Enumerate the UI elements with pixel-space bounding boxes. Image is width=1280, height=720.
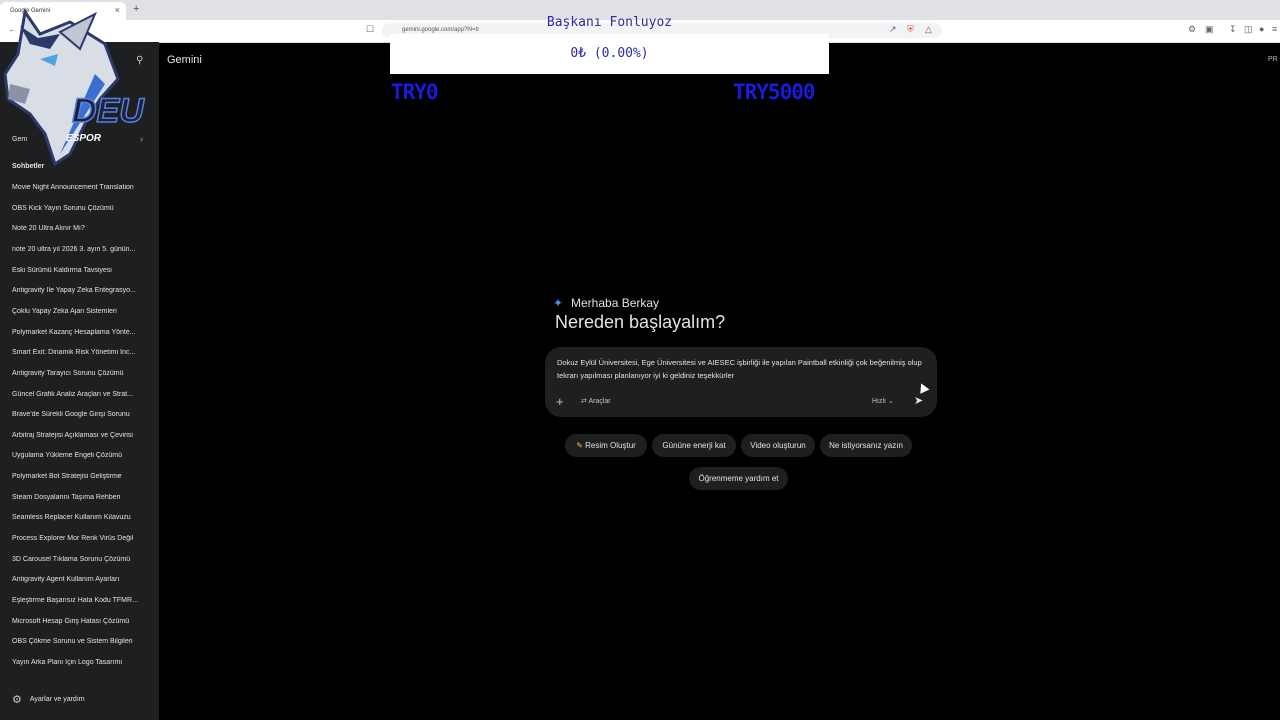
chip-help-learn[interactable]: Öğrenmeme yardım et — [689, 467, 788, 490]
settings-button[interactable]: ⚙ Ayarlar ve yardım — [12, 693, 85, 706]
chat-item[interactable]: Yayın Arka Planı İçin Logo Tasarımı — [12, 659, 152, 666]
page-title[interactable]: Gemini — [167, 54, 202, 66]
model-selector[interactable]: Hızlı ⌄ — [872, 397, 894, 405]
sidebar-toggle-icon[interactable]: ◫ — [1244, 24, 1253, 35]
chat-item[interactable]: Polymarket Bot Stratejisi Geliştirme — [12, 473, 152, 480]
wallet-icon[interactable]: ▣ — [1205, 24, 1214, 35]
logo-text: DEU — [72, 92, 145, 130]
share-icon[interactable]: ↗ — [889, 24, 897, 35]
chat-item[interactable]: Brave'de Sürekli Google Girişi Sorunu — [12, 411, 152, 418]
model-label: Hızlı — [872, 398, 886, 405]
chat-item[interactable]: Process Explorer Mor Renk Virüs Değil — [12, 535, 152, 542]
brave-rewards-icon[interactable]: △ — [925, 24, 932, 35]
greeting-title: Nereden başlayalım? — [555, 312, 726, 332]
tools-icon: ⇄ — [581, 398, 587, 405]
gemini-star-icon: ✦ — [553, 296, 564, 310]
chat-item[interactable]: Antigravity Agent Kullanım Ayarları — [12, 576, 152, 583]
chip-energize-day[interactable]: Gününe enerji kat — [652, 434, 736, 457]
chat-item[interactable]: OBS Çökme Sorunu ve Sistem Bilgileri — [12, 638, 152, 645]
chat-item[interactable]: Seamless Replacer Kullanım Kılavuzu — [12, 514, 152, 521]
chat-item[interactable]: Güncel Grafik Analiz Araçları ve Strat..… — [12, 391, 152, 398]
banana-icon: ✎ — [576, 441, 583, 450]
gear-icon: ⚙ — [12, 694, 22, 706]
chat-item[interactable]: Uygulama Yükleme Engeli Çözümü — [12, 452, 152, 459]
stream-logo: DEU ESPOR — [3, 8, 146, 167]
donation-amount: 0₺ (0.00%) — [570, 46, 649, 61]
prompt-input[interactable]: Dokuz Eylül Üniversitesi, Ege Üniversite… — [557, 357, 922, 382]
logo-subtext: ESPOR — [66, 133, 102, 144]
chip-create-video[interactable]: Video oluşturun — [741, 434, 815, 457]
chip-write-anything[interactable]: Ne istiyorsanız yazın — [820, 434, 912, 457]
chevron-down-icon: ⌄ — [887, 398, 894, 405]
send-icon[interactable]: ➤ — [914, 394, 923, 407]
greeting-name: Merhaba Berkay — [571, 296, 660, 310]
extensions-icon[interactable]: ⚙ — [1188, 24, 1196, 35]
chat-item[interactable]: Smart Exit: Dinamik Risk Yönetimi İnc... — [12, 349, 152, 356]
add-attachment-icon[interactable]: + — [556, 394, 564, 409]
chat-item[interactable]: Çoklu Yapay Zeka Ajan Sistemleri — [12, 308, 152, 315]
chat-item[interactable]: Antigravity İle Yapay Zeka Entegrasyo... — [12, 287, 152, 294]
chat-item[interactable]: OBS Kick Yayın Sorunu Çözümü — [12, 205, 152, 212]
tools-button[interactable]: ⇄ Araçlar — [581, 397, 611, 405]
chat-item[interactable]: 3D Carousel Tıklama Sorunu Çözümü — [12, 556, 152, 563]
chat-item[interactable]: Microsoft Hesap Giriş Hatası Çözümü — [12, 618, 152, 625]
tools-label: Araçlar — [588, 398, 611, 405]
chat-item[interactable]: Arbitraj Stratejisi Açıklaması ve Çeviri… — [12, 432, 152, 439]
donation-title: Başkanı Fonluyoz — [546, 15, 673, 30]
bookmark-icon[interactable]: ☐ — [366, 24, 374, 35]
chat-item[interactable]: Eski Sürümü Kaldırma Tavsiyesi — [12, 267, 152, 274]
prompt-box[interactable]: Dokuz Eylül Üniversitesi, Ege Üniversite… — [545, 347, 937, 417]
chat-item[interactable]: note 20 ultra yıl 2026 3. ayın 5. günün.… — [12, 246, 152, 253]
chat-item[interactable]: Eşleştirme Başarısız Hata Kodu TFMR... — [12, 597, 152, 604]
menu-icon[interactable]: ≡ — [1272, 24, 1277, 34]
donation-min-label: TRY0 — [391, 80, 439, 104]
chat-item[interactable]: Antigravity Tarayıcı Sorunu Çözümü — [12, 370, 152, 377]
pro-badge[interactable]: PR — [1268, 56, 1278, 63]
donation-max-label: TRY5000 — [733, 80, 816, 104]
download-icon[interactable]: ↧ — [1229, 24, 1237, 35]
donation-goal-box: 0₺ (0.00%) — [390, 34, 829, 74]
chat-item[interactable]: Polymarket Kazanç Hesaplama Yönte... — [12, 329, 152, 336]
chip-label: Resim Oluştur — [585, 441, 636, 450]
chat-item[interactable]: Note 20 Ultra Alınır Mı? — [12, 225, 152, 232]
settings-label: Ayarlar ve yardım — [29, 696, 85, 703]
brave-shield-icon[interactable]: ⛨ — [907, 24, 914, 35]
chip-create-image[interactable]: ✎ Resim Oluştur — [565, 434, 647, 457]
chat-item[interactable]: Movie Night Announcement Translation — [12, 184, 152, 191]
profile-icon[interactable]: ● — [1259, 24, 1264, 34]
chat-item[interactable]: Steam Dosyalarını Taşıma Rehberi — [12, 494, 152, 501]
